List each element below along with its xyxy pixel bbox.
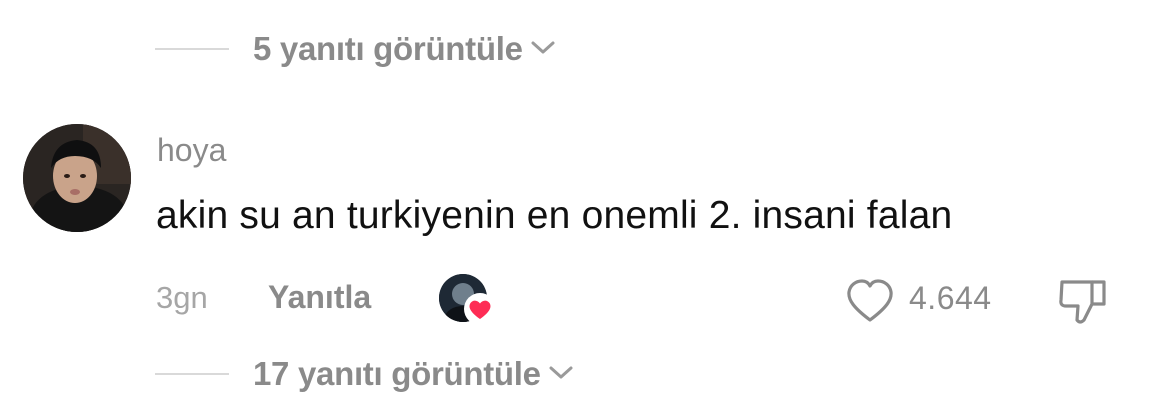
chevron-down-icon — [529, 37, 557, 62]
avatar[interactable] — [23, 124, 131, 232]
creator-heart-icon — [463, 292, 497, 326]
like-count: 4.644 — [909, 280, 992, 316]
creator-liked-badge — [439, 274, 499, 326]
dislike-icon[interactable] — [1056, 276, 1110, 328]
divider-line — [155, 48, 229, 50]
view-replies-bottom[interactable]: 17 yanıtı görüntüle — [155, 355, 575, 393]
chevron-down-icon — [547, 362, 575, 387]
comment-text: akin su an turkiyenin en onemli 2. insan… — [156, 194, 953, 237]
comment-timestamp: 3gn — [156, 280, 208, 315]
heart-outline-icon[interactable] — [845, 278, 895, 324]
view-replies-label[interactable]: 5 yanıtı görüntüle — [253, 30, 523, 68]
reply-button[interactable]: Yanıtla — [268, 279, 371, 316]
comment-username[interactable]: hoya — [157, 132, 226, 169]
view-replies-label[interactable]: 17 yanıtı görüntüle — [253, 355, 541, 393]
view-replies-top[interactable]: 5 yanıtı görüntüle — [155, 30, 557, 68]
divider-line — [155, 373, 229, 375]
